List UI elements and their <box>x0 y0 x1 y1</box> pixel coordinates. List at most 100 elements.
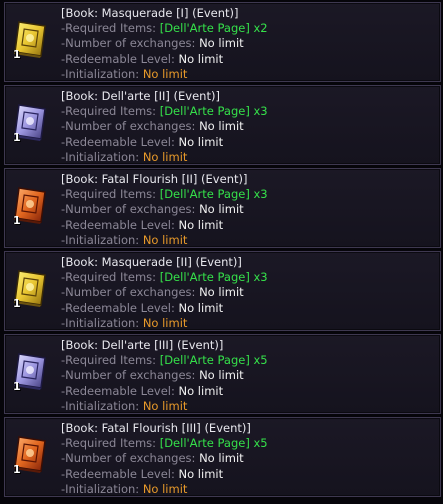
initialization-row: -Initialization: No limit <box>61 150 268 165</box>
initialization-value: No limit <box>142 66 188 81</box>
redeemable-level-value: No limit <box>178 217 224 232</box>
exchange-item-row[interactable]: 1 [Book: Dell'arte [III] (Event)] -Requi… <box>4 334 441 414</box>
initialization-row: -Initialization: No limit <box>61 67 268 82</box>
required-items-label: -Required Items: <box>61 187 157 202</box>
initialization-label: -Initialization: <box>61 66 140 81</box>
item-info: [Book: Fatal Flourish [II] (Event)] -Req… <box>61 172 268 248</box>
required-items-value: [Dell'Arte Page] x3 <box>159 104 268 119</box>
required-items-row: -Required Items: [Dell'Arte Page] x5 <box>61 436 268 451</box>
item-info: [Book: Masquerade [I] (Event)] -Required… <box>61 6 268 82</box>
initialization-value: No limit <box>142 315 188 330</box>
item-info: [Book: Dell'arte [III] (Event)] -Require… <box>61 338 268 414</box>
redeemable-level-row: -Redeemable Level: No limit <box>61 218 268 233</box>
exchanges-label: -Number of exchanges: <box>61 119 196 134</box>
initialization-row: -Initialization: No limit <box>61 316 268 331</box>
item-slot[interactable]: 1 <box>9 267 51 310</box>
exchanges-value: No limit <box>199 36 244 51</box>
item-title: [Book: Fatal Flourish [III] (Event)] <box>61 421 251 435</box>
exchanges-value: No limit <box>199 451 244 466</box>
item-quantity: 1 <box>13 297 21 310</box>
required-items-value: [Dell'Arte Page] x5 <box>159 353 268 368</box>
exchanges-label: -Number of exchanges: <box>61 202 196 217</box>
item-slot[interactable]: 1 <box>9 184 51 227</box>
exchanges-label: -Number of exchanges: <box>61 451 196 466</box>
item-title: [Book: Dell'arte [II] (Event)] <box>61 89 220 103</box>
required-items-label: -Required Items: <box>61 270 157 285</box>
exchanges-label: -Number of exchanges: <box>61 36 196 51</box>
item-quantity: 1 <box>13 131 21 144</box>
item-quantity: 1 <box>13 48 21 61</box>
required-items-value: [Dell'Arte Page] x2 <box>159 21 268 36</box>
redeemable-level-label: -Redeemable Level: <box>61 134 175 149</box>
item-info: [Book: Dell'arte [II] (Event)] -Required… <box>61 89 268 165</box>
required-items-value: [Dell'Arte Page] x3 <box>159 270 268 285</box>
initialization-value: No limit <box>142 232 188 247</box>
redeemable-level-label: -Redeemable Level: <box>61 51 175 66</box>
initialization-row: -Initialization: No limit <box>61 482 268 497</box>
exchanges-row: -Number of exchanges: No limit <box>61 451 268 466</box>
redeemable-level-row: -Redeemable Level: No limit <box>61 384 268 399</box>
item-slot[interactable]: 1 <box>9 101 51 144</box>
item-slot[interactable]: 1 <box>9 18 51 61</box>
exchange-item-list: 1 [Book: Masquerade [I] (Event)] -Requir… <box>0 0 443 504</box>
redeemable-level-label: -Redeemable Level: <box>61 383 175 398</box>
item-title: [Book: Masquerade [II] (Event)] <box>61 255 242 269</box>
redeemable-level-value: No limit <box>178 134 224 149</box>
redeemable-level-value: No limit <box>178 383 224 398</box>
initialization-value: No limit <box>142 149 188 164</box>
item-quantity: 1 <box>13 463 21 476</box>
exchange-item-row[interactable]: 1 [Book: Fatal Flourish [III] (Event)] -… <box>4 417 441 497</box>
exchanges-label: -Number of exchanges: <box>61 285 196 300</box>
redeemable-level-value: No limit <box>178 300 224 315</box>
required-items-row: -Required Items: [Dell'Arte Page] x2 <box>61 21 268 36</box>
required-items-value: [Dell'Arte Page] x5 <box>159 436 268 451</box>
item-quantity: 1 <box>13 380 21 393</box>
redeemable-level-row: -Redeemable Level: No limit <box>61 301 268 316</box>
exchanges-value: No limit <box>199 285 244 300</box>
redeemable-level-row: -Redeemable Level: No limit <box>61 135 268 150</box>
required-items-label: -Required Items: <box>61 353 157 368</box>
initialization-label: -Initialization: <box>61 398 140 413</box>
exchanges-row: -Number of exchanges: No limit <box>61 202 268 217</box>
initialization-label: -Initialization: <box>61 315 140 330</box>
initialization-row: -Initialization: No limit <box>61 233 268 248</box>
item-quantity: 1 <box>13 214 21 227</box>
redeemable-level-row: -Redeemable Level: No limit <box>61 52 268 67</box>
exchange-item-row[interactable]: 1 [Book: Dell'arte [II] (Event)] -Requir… <box>4 85 441 165</box>
exchanges-row: -Number of exchanges: No limit <box>61 119 268 134</box>
exchange-item-row[interactable]: 1 [Book: Masquerade [II] (Event)] -Requi… <box>4 251 441 331</box>
exchange-item-row[interactable]: 1 [Book: Fatal Flourish [II] (Event)] -R… <box>4 168 441 248</box>
item-info: [Book: Fatal Flourish [III] (Event)] -Re… <box>61 421 268 497</box>
redeemable-level-label: -Redeemable Level: <box>61 466 175 481</box>
required-items-label: -Required Items: <box>61 21 157 36</box>
required-items-row: -Required Items: [Dell'Arte Page] x3 <box>61 187 268 202</box>
item-title: [Book: Dell'arte [III] (Event)] <box>61 338 224 352</box>
required-items-label: -Required Items: <box>61 104 157 119</box>
initialization-label: -Initialization: <box>61 149 140 164</box>
exchanges-row: -Number of exchanges: No limit <box>61 36 268 51</box>
redeemable-level-value: No limit <box>178 466 224 481</box>
redeemable-level-value: No limit <box>178 51 224 66</box>
required-items-row: -Required Items: [Dell'Arte Page] x3 <box>61 270 268 285</box>
item-info: [Book: Masquerade [II] (Event)] -Require… <box>61 255 268 331</box>
redeemable-level-row: -Redeemable Level: No limit <box>61 467 268 482</box>
required-items-row: -Required Items: [Dell'Arte Page] x3 <box>61 104 268 119</box>
exchanges-row: -Number of exchanges: No limit <box>61 285 268 300</box>
item-title: [Book: Masquerade [I] (Event)] <box>61 6 239 20</box>
item-slot[interactable]: 1 <box>9 433 51 476</box>
initialization-label: -Initialization: <box>61 232 140 247</box>
exchanges-row: -Number of exchanges: No limit <box>61 368 268 383</box>
exchanges-value: No limit <box>199 368 244 383</box>
item-slot[interactable]: 1 <box>9 350 51 393</box>
initialization-row: -Initialization: No limit <box>61 399 268 414</box>
item-title: [Book: Fatal Flourish [II] (Event)] <box>61 172 248 186</box>
redeemable-level-label: -Redeemable Level: <box>61 217 175 232</box>
required-items-label: -Required Items: <box>61 436 157 451</box>
exchanges-value: No limit <box>199 202 244 217</box>
initialization-value: No limit <box>142 481 188 496</box>
exchanges-label: -Number of exchanges: <box>61 368 196 383</box>
redeemable-level-label: -Redeemable Level: <box>61 300 175 315</box>
required-items-row: -Required Items: [Dell'Arte Page] x5 <box>61 353 268 368</box>
initialization-label: -Initialization: <box>61 481 140 496</box>
exchange-item-row[interactable]: 1 [Book: Masquerade [I] (Event)] -Requir… <box>4 2 441 82</box>
